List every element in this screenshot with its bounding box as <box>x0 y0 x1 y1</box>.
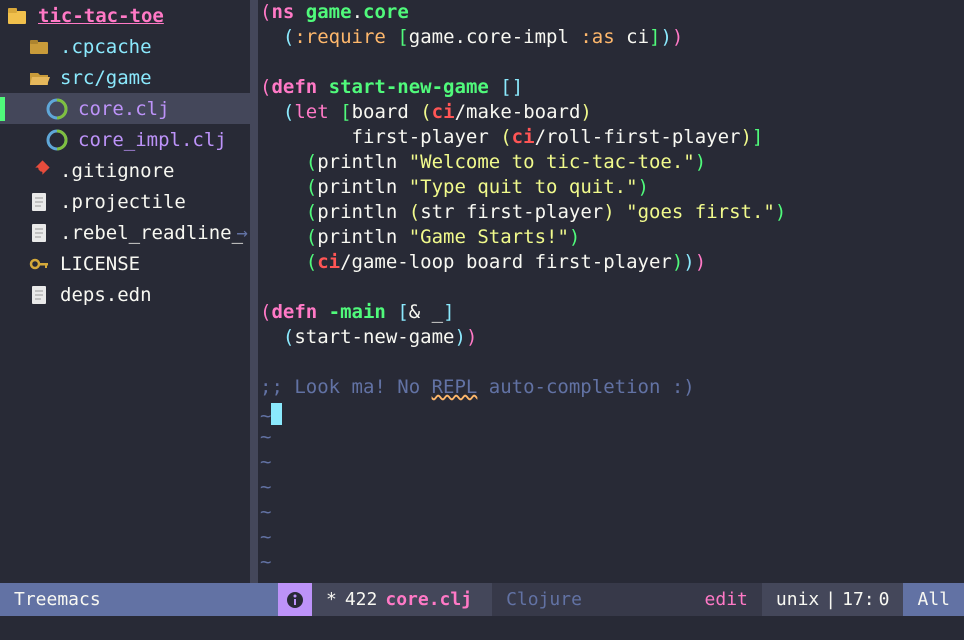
tree-folder-src-game[interactable]: src/game <box>0 62 250 93</box>
empty-line: ~ <box>260 500 964 525</box>
empty-line: ~ <box>260 475 964 500</box>
status-position: unix | 17 : 0 <box>762 583 904 616</box>
tree-file-license[interactable]: LICENSE <box>0 248 250 279</box>
status-mode-label: Clojure <box>506 589 582 610</box>
code-line[interactable]: (defn -main [& _] <box>260 300 964 325</box>
status-treemacs-label: Treemacs <box>14 589 101 610</box>
folder-open-icon <box>28 67 50 89</box>
tree-label: core_impl.clj <box>78 129 227 151</box>
tree-label: deps.edn <box>60 284 152 306</box>
status-major-mode: Clojure <box>492 583 690 616</box>
status-edit-label: edit <box>705 589 748 610</box>
tree-folder--cpcache[interactable]: .cpcache <box>0 31 250 62</box>
tree-label: .gitignore <box>60 160 174 182</box>
tree-label: core.clj <box>78 98 170 120</box>
tree-label: .projectile <box>60 191 186 213</box>
file-icon <box>28 222 50 244</box>
cursor-line[interactable]: ~ <box>260 400 964 425</box>
code-line[interactable]: (ns game.core <box>260 0 964 25</box>
editor-pane[interactable]: (ns game.core (:require [game.core-impl … <box>250 0 964 583</box>
minibuffer[interactable] <box>0 616 964 640</box>
empty-line: ~ <box>260 550 964 575</box>
code-line[interactable]: (ci/game-loop board first-player))) <box>260 250 964 275</box>
file-icon <box>28 284 50 306</box>
code-line[interactable]: first-player (ci/roll-first-player)] <box>260 125 964 150</box>
code-line[interactable]: (println (str first-player) "goes first.… <box>260 200 964 225</box>
tree-file-core-impl-clj[interactable]: core_impl.clj <box>0 124 250 155</box>
tree-file--gitignore[interactable]: .gitignore <box>0 155 250 186</box>
key-icon <box>28 253 50 275</box>
status-col: 0 <box>879 589 890 610</box>
tree-file--projectile[interactable]: .projectile <box>0 186 250 217</box>
status-percent-label: All <box>917 589 950 610</box>
status-filename: core.clj <box>385 589 472 610</box>
code-line[interactable]: (println "Type quit to quit.") <box>260 175 964 200</box>
project-root[interactable]: tic-tac-toe <box>0 0 250 31</box>
status-treemacs: Treemacs <box>0 583 278 616</box>
status-percent: All <box>903 583 964 616</box>
treemacs-pane[interactable]: tic-tac-toe .cpcache src/game core.clj core… <box>0 0 250 583</box>
git-icon <box>28 160 50 182</box>
tree-label: LICENSE <box>60 253 140 275</box>
code-line[interactable]: (let [board (ci/make-board) <box>260 100 964 125</box>
file-icon <box>28 191 50 213</box>
code-editor[interactable]: (ns game.core (:require [game.core-impl … <box>258 0 964 583</box>
overflow-indicator-icon: → <box>237 222 248 244</box>
tree-file--rebel-readline-[interactable]: .rebel_readline_→ <box>0 217 250 248</box>
status-encoding: unix <box>776 589 819 610</box>
project-icon <box>6 5 28 27</box>
empty-line: ~ <box>260 450 964 475</box>
code-line[interactable]: (println "Game Starts!") <box>260 225 964 250</box>
tree-label: .rebel_readline_ <box>60 222 243 244</box>
text-cursor <box>271 403 282 425</box>
tree-cursor <box>0 97 5 121</box>
code-line[interactable]: (start-new-game)) <box>260 325 964 350</box>
editor-fringe <box>250 0 258 583</box>
status-file: * 422 core.clj <box>312 583 492 616</box>
code-line[interactable]: ;; Look ma! No REPL auto-completion :) <box>260 375 964 400</box>
code-line[interactable]: (:require [game.core-impl :as ci])) <box>260 25 964 50</box>
tree-file-deps-edn[interactable]: deps.edn <box>0 279 250 310</box>
tree-label: .cpcache <box>60 36 152 58</box>
folder-icon <box>28 36 50 58</box>
tree-file-core-clj[interactable]: core.clj <box>0 93 250 124</box>
clj-icon <box>46 129 68 151</box>
code-line[interactable] <box>260 275 964 300</box>
code-line[interactable] <box>260 50 964 75</box>
clj-icon <box>46 98 68 120</box>
status-line: 17 <box>842 589 864 610</box>
main-area: tic-tac-toe .cpcache src/game core.clj core… <box>0 0 964 583</box>
project-name: tic-tac-toe <box>38 5 164 27</box>
tree-label: src/game <box>60 67 152 89</box>
empty-line: ~ <box>260 425 964 450</box>
status-info-icon <box>278 583 312 616</box>
mode-line: Treemacs * 422 core.clj Clojure edit uni… <box>0 583 964 616</box>
status-modified: * <box>326 589 337 610</box>
emacs-frame: tic-tac-toe .cpcache src/game core.clj core… <box>0 0 964 640</box>
status-edit-indicator: edit <box>691 583 762 616</box>
code-line[interactable] <box>260 350 964 375</box>
code-line[interactable]: (println "Welcome to tic-tac-toe.") <box>260 150 964 175</box>
empty-line: ~ <box>260 525 964 550</box>
code-line[interactable]: (defn start-new-game [] <box>260 75 964 100</box>
status-size: 422 <box>345 589 378 610</box>
